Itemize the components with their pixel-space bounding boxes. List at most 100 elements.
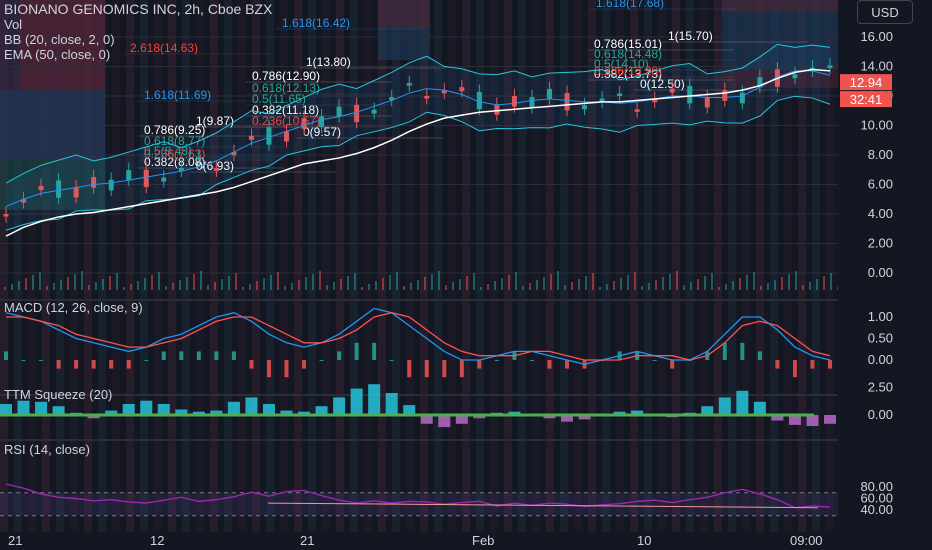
volume-bar (74, 274, 76, 290)
time-tick-label: 12 (150, 533, 164, 548)
volume-bar (704, 276, 706, 290)
volume-bar (81, 271, 83, 290)
macd-histogram-bar (91, 360, 96, 369)
volume-bar (186, 277, 188, 290)
volume-bar (242, 287, 244, 290)
symbol-title[interactable]: BIONANO GENOMICS INC, 2h, Cboe BZX (4, 2, 272, 17)
time-tick-label: 10 (637, 533, 651, 548)
volume-bar (585, 276, 587, 290)
volume-bar (130, 284, 132, 290)
macd-histogram-bar (161, 351, 166, 360)
macd-histogram-bar (810, 360, 815, 369)
squeeze-bar (227, 401, 240, 415)
volume-bar (368, 284, 370, 290)
macd-histogram-bar (547, 360, 552, 369)
squeeze-bar (245, 397, 258, 415)
volume-bar (46, 286, 48, 290)
volume-bar (676, 271, 678, 290)
volume-bar (270, 275, 272, 290)
macd-histogram-bar (249, 360, 254, 369)
chart-canvas: 1.618(17.68)1.618(16.42)2.618(14.63)1(13… (0, 0, 932, 550)
volume-bar (53, 283, 55, 290)
volume-bar (60, 280, 62, 290)
volume-bar (487, 284, 489, 290)
volume-bar (690, 282, 692, 290)
volume-bar (725, 284, 727, 290)
volume-bar (235, 273, 237, 290)
squeeze-bar (736, 390, 749, 415)
time-tick-label: 21 (300, 533, 314, 548)
volume-bar (389, 275, 391, 290)
volume-bar (39, 272, 41, 290)
squeeze-tick-label: 2.50 (868, 380, 893, 395)
volume-bar (396, 272, 398, 290)
volume-bar (165, 286, 167, 290)
volume-bar (452, 282, 454, 290)
volume-bar (249, 284, 251, 290)
volume-bar (760, 286, 762, 290)
volume-bar (459, 279, 461, 290)
squeeze-bar (0, 404, 12, 415)
volume-bar (501, 278, 503, 290)
macd-histogram-bar (337, 351, 342, 360)
fib-level-label: 1.618(16.42) (282, 16, 350, 30)
price-tick-label: 2.00 (868, 236, 893, 251)
volume-bar (361, 287, 363, 290)
session-band (224, 0, 232, 550)
macd-tick-label: 1.00 (868, 309, 893, 324)
volume-bar (431, 274, 433, 290)
volume-bar (333, 282, 335, 290)
macd-histogram-bar (757, 351, 762, 360)
session-band (210, 0, 218, 550)
macd-histogram-bar (4, 351, 8, 360)
squeeze-bar (368, 384, 381, 415)
squeeze-bar (35, 401, 48, 415)
time-axis: 21 12 21 Feb 10 09:00 (0, 532, 932, 550)
volume-bar (655, 280, 657, 290)
macd-histogram-bar (144, 360, 149, 361)
macd-histogram-bar (126, 360, 131, 369)
volume-bar (508, 275, 510, 290)
price-tick-label: 14.00 (860, 59, 893, 74)
volume-label[interactable]: Vol (4, 17, 272, 32)
session-band (322, 0, 330, 550)
volume-bar (158, 272, 160, 290)
macd-histogram-bar (652, 360, 657, 361)
volume-bar (746, 275, 748, 290)
volume-bar (732, 281, 734, 290)
volume-bar (67, 277, 69, 290)
macd-title: MACD (12, 26, close, 9) (4, 300, 143, 315)
squeeze-bar (806, 415, 819, 426)
session-band (336, 0, 344, 550)
macd-histogram-bar (670, 360, 675, 369)
time-tick-label: 21 (8, 533, 22, 548)
currency-button[interactable]: USD (857, 0, 913, 24)
ema-label[interactable]: EMA (50, close, 0) (4, 47, 272, 62)
volume-bar (662, 277, 664, 290)
volume-bar (319, 271, 321, 290)
squeeze-bar (824, 415, 836, 424)
volume-bar (669, 274, 671, 290)
macd-histogram-bar (740, 342, 745, 360)
volume-bar (32, 275, 34, 290)
bollinger-label[interactable]: BB (20, close, 2, 0) (4, 32, 272, 47)
macd-histogram-bar (39, 360, 44, 361)
volume-bar (354, 273, 356, 290)
volume-bar (809, 282, 811, 290)
current-price-label: 12.94 (850, 75, 883, 90)
volume-bar (193, 274, 195, 290)
volume-bar (522, 286, 524, 290)
volume-bar (228, 276, 230, 290)
volume-bar (564, 285, 566, 290)
volume-bar (200, 271, 202, 290)
volume-bar (256, 281, 258, 290)
volume-bar (781, 277, 783, 290)
session-band (126, 0, 134, 550)
volume-bar (536, 280, 538, 290)
time-tick-label: Feb (472, 533, 494, 548)
macd-histogram-bar (74, 360, 79, 369)
volume-bar (277, 272, 279, 290)
volume-bar (473, 273, 475, 290)
volume-bar (347, 276, 349, 290)
volume-bar (550, 274, 552, 290)
